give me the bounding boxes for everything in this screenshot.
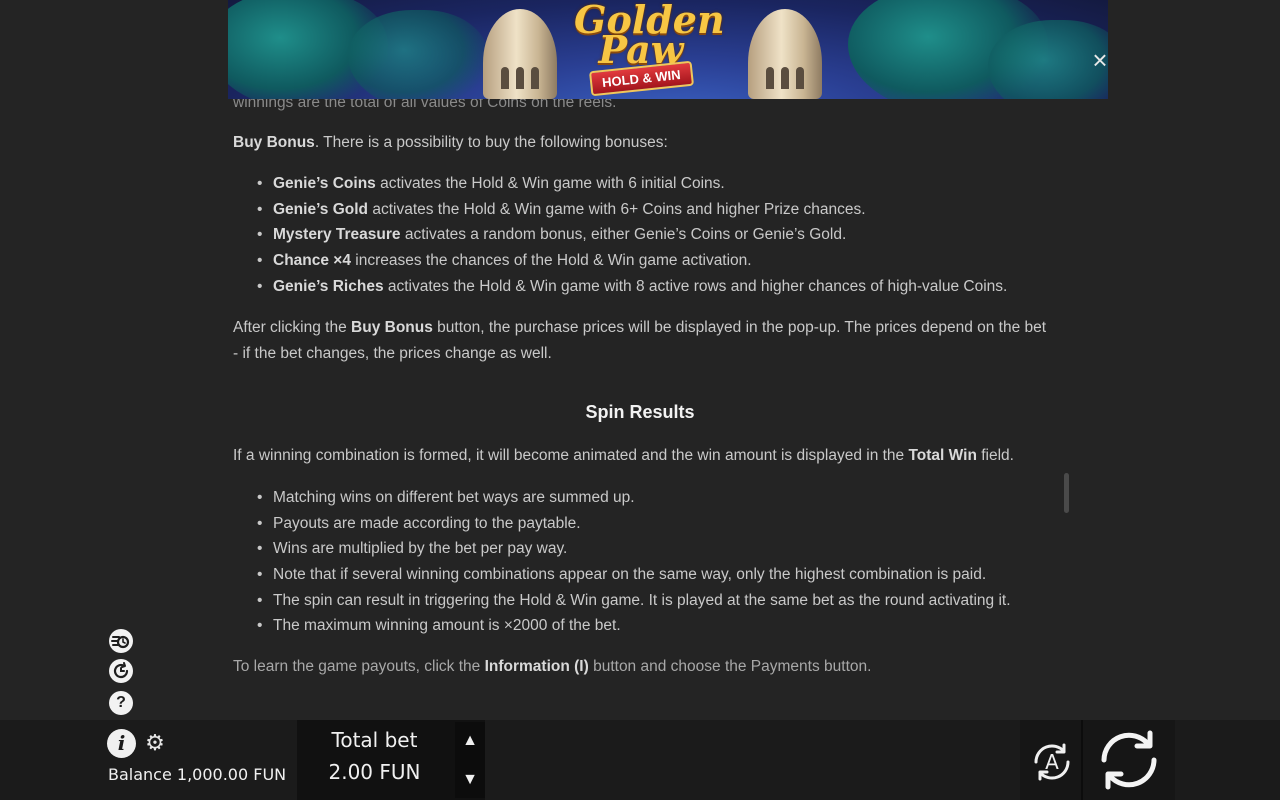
- after-click-text-1: After clicking the: [233, 319, 352, 336]
- bonus-name: Genie’s Gold: [273, 200, 369, 218]
- palace-tower-left: [483, 9, 557, 99]
- total-bet-label: Total bet: [331, 728, 418, 752]
- spin-icon: [1101, 730, 1157, 790]
- bonus-name: Genie’s Coins: [273, 175, 376, 192]
- autoplay-icon: A: [1034, 743, 1070, 781]
- info-icon[interactable]: i: [107, 729, 136, 758]
- history-icon[interactable]: [109, 659, 133, 683]
- list-item: Payouts are made according to the paytab…: [233, 511, 1053, 537]
- list-item: Note that if several winning combination…: [233, 562, 1053, 588]
- palace-tower-right: [748, 9, 822, 99]
- scrollbar-thumb[interactable]: [1064, 473, 1069, 513]
- rules-content[interactable]: winnings are the total of all values of …: [233, 99, 1053, 720]
- palm-leaves-left-2: [348, 10, 488, 99]
- spin-results-heading: Spin Results: [585, 402, 695, 422]
- spin-panel-divider: [1081, 720, 1083, 800]
- bonus-desc: activates a random bonus, either Genie’s…: [400, 226, 847, 244]
- autoplay-button[interactable]: A: [1028, 738, 1076, 786]
- bonus-desc: activates the Hold & Win game with 6 ini…: [375, 175, 725, 192]
- buy-bonus-paragraph: Buy Bonus. There is a possibility to buy…: [233, 130, 1053, 156]
- learn-bold: Information (I): [484, 658, 589, 675]
- help-icon[interactable]: ?: [109, 691, 133, 715]
- history-icon-svg: [110, 660, 132, 682]
- winning-text-2: field.: [976, 447, 1014, 464]
- learn-text-1: To learn the game payouts, click the: [233, 658, 485, 675]
- list-item: The maximum winning amount is ×2000 of t…: [233, 613, 1053, 639]
- spin-button[interactable]: [1094, 728, 1164, 792]
- turbo-icon-svg: [110, 630, 132, 652]
- winning-bold: Total Win: [908, 447, 977, 464]
- total-bet-value: 2.00 FUN: [328, 760, 421, 784]
- list-item: Matching wins on different bet ways are …: [233, 485, 1053, 511]
- autoplay-label: A: [1045, 750, 1059, 774]
- bonus-list: Genie’s Coins activates the Hold & Win g…: [233, 171, 1053, 299]
- list-item: Genie’s Riches activates the Hold & Win …: [233, 274, 1053, 300]
- cut-off-line: winnings are the total of all values of …: [233, 99, 617, 111]
- bonus-name: Genie’s Riches: [273, 277, 384, 295]
- bonus-name: Chance ×4: [273, 252, 351, 270]
- list-item: Mystery Treasure activates a random bonu…: [233, 222, 1053, 248]
- list-item: Genie’s Coins activates the Hold & Win g…: [233, 171, 1053, 197]
- learn-payouts-paragraph: To learn the game payouts, click the Inf…: [233, 654, 1053, 680]
- gear-icon[interactable]: ⚙: [144, 732, 166, 754]
- winning-text-1: If a winning combination is formed, it w…: [233, 447, 909, 464]
- list-item: Genie’s Gold activates the Hold & Win ga…: [233, 197, 1053, 223]
- bonus-name: Mystery Treasure: [273, 226, 401, 244]
- game-logo: Golden Paw HOLD & WIN: [574, 0, 725, 99]
- list-item: Wins are multiplied by the bet per pay w…: [233, 536, 1053, 562]
- turbo-icon[interactable]: [109, 629, 133, 653]
- list-item: Chance ×4 increases the chances of the H…: [233, 248, 1053, 274]
- buy-bonus-prices-paragraph: After clicking the Buy Bonus button, the…: [233, 315, 1053, 367]
- bonus-desc: increases the chances of the Hold & Win …: [350, 252, 752, 270]
- close-button[interactable]: ×: [1088, 47, 1112, 73]
- buy-bonus-intro: . There is a possibility to buy the foll…: [314, 134, 668, 151]
- winning-paragraph: If a winning combination is formed, it w…: [233, 443, 1053, 469]
- balance-display: Balance 1,000.00 FUN: [108, 765, 287, 784]
- bonus-desc: activates the Hold & Win game with 8 act…: [383, 277, 1008, 295]
- list-item: The spin can result in triggering the Ho…: [233, 588, 1053, 614]
- learn-text-2: button and choose the Payments button.: [588, 658, 872, 675]
- bet-increase-icon[interactable]: ▲: [460, 731, 480, 751]
- spin-results-list: Matching wins on different bet ways are …: [233, 485, 1053, 639]
- bet-decrease-icon[interactable]: ▼: [460, 770, 480, 790]
- game-banner: Golden Paw HOLD & WIN: [228, 0, 1108, 99]
- buy-bonus-title: Buy Bonus: [233, 134, 315, 151]
- after-click-bold: Buy Bonus: [351, 319, 433, 336]
- bonus-desc: activates the Hold & Win game with 6+ Co…: [368, 200, 866, 218]
